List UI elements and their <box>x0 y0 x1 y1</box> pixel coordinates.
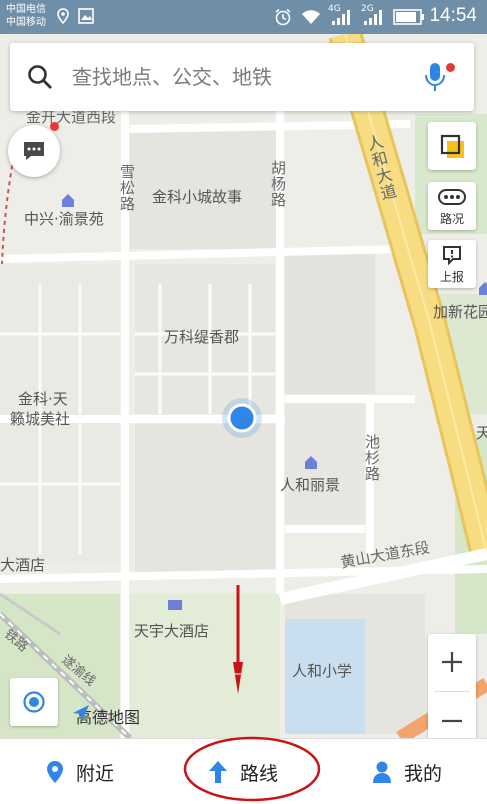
map-label-chishan-road: 池杉路 <box>363 434 381 482</box>
status-bar: 中国电信 中国移动 4G 2G 14:54 <box>0 0 487 34</box>
traffic-icon <box>438 189 466 205</box>
amap-logo-icon <box>73 705 89 721</box>
traffic-label: 路况 <box>439 212 464 226</box>
layers-icon <box>440 134 464 158</box>
search-bar[interactable] <box>10 43 474 111</box>
user-icon <box>373 761 391 783</box>
carrier-info: 中国电信 中国移动 <box>6 3 46 29</box>
search-icon <box>28 65 52 89</box>
map-label-xuesong-road: 雪松路 <box>118 164 136 212</box>
wifi-icon <box>302 10 320 24</box>
map-label-jiaxin: 加新花园 <box>433 303 487 321</box>
layers-button[interactable] <box>428 122 476 170</box>
traffic-button[interactable]: 路况 <box>428 182 476 230</box>
signal-bars-1-icon <box>332 10 350 25</box>
map-label-jinke-tian-1: 金科·天 <box>18 390 68 408</box>
zoom-out-button[interactable] <box>428 692 476 738</box>
map-label-jinke-town: 金科小城故事 <box>152 188 243 206</box>
map-label-huyang-road: 胡杨路 <box>269 160 287 208</box>
carrier-2: 中国移动 <box>6 17 46 28</box>
map-label-jinke-tian-2: 籁城美社 <box>10 410 71 428</box>
amap-logo: 高德地图 <box>72 704 140 728</box>
plus-icon <box>442 652 462 672</box>
voice-search-button[interactable] <box>424 61 455 93</box>
message-button[interactable] <box>8 122 60 177</box>
annotation-ellipse <box>183 736 321 802</box>
nav-mine[interactable]: 我的 <box>372 739 442 804</box>
map-view[interactable]: 金开大道西段 中兴·渝景苑 雪松路 金科小城故事 胡杨路 人和大道 加新花园 万… <box>0 34 487 738</box>
voice-red-dot <box>446 63 455 72</box>
map-label-renhe-school: 人和小学 <box>292 662 353 680</box>
image-status-icon <box>78 8 94 24</box>
status-time: 14:54 <box>429 5 477 26</box>
report-icon <box>443 246 461 265</box>
map-label-hotel-left: 大酒店 <box>0 556 46 574</box>
map-label-tian-edge: 天 <box>476 424 487 442</box>
map-label-renhe-lijing: 人和丽景 <box>280 476 341 494</box>
map-label-tianyu-hotel: 天宇大酒店 <box>134 622 210 640</box>
locate-button[interactable] <box>10 678 58 726</box>
chat-bubble-icon <box>24 142 44 160</box>
location-pin-icon <box>47 761 63 783</box>
map-label-wanke: 万科缇香郡 <box>164 328 240 346</box>
report-label: 上报 <box>439 270 464 284</box>
message-red-dot <box>50 122 59 131</box>
search-input[interactable] <box>72 63 412 91</box>
microphone-icon <box>425 63 445 91</box>
signal-bars-2-icon <box>364 10 382 25</box>
zoom-in-button[interactable] <box>428 634 476 691</box>
locate-icon <box>23 691 45 713</box>
battery-icon <box>393 9 424 25</box>
alarm-icon <box>275 8 291 26</box>
report-button[interactable]: 上报 <box>428 240 476 288</box>
zoom-control <box>428 634 476 738</box>
minus-icon <box>442 719 462 723</box>
location-status-icon <box>57 8 69 24</box>
bottom-navigation: 附近 路线 我的 <box>0 736 487 804</box>
nav-nearby-label: 附近 <box>76 762 115 785</box>
map-canvas <box>0 34 487 738</box>
nav-mine-label: 我的 <box>404 762 443 785</box>
nav-nearby[interactable]: 附近 <box>46 739 114 804</box>
carrier-1: 中国电信 <box>6 4 46 15</box>
map-label-zhongxing: 中兴·渝景苑 <box>24 210 104 228</box>
